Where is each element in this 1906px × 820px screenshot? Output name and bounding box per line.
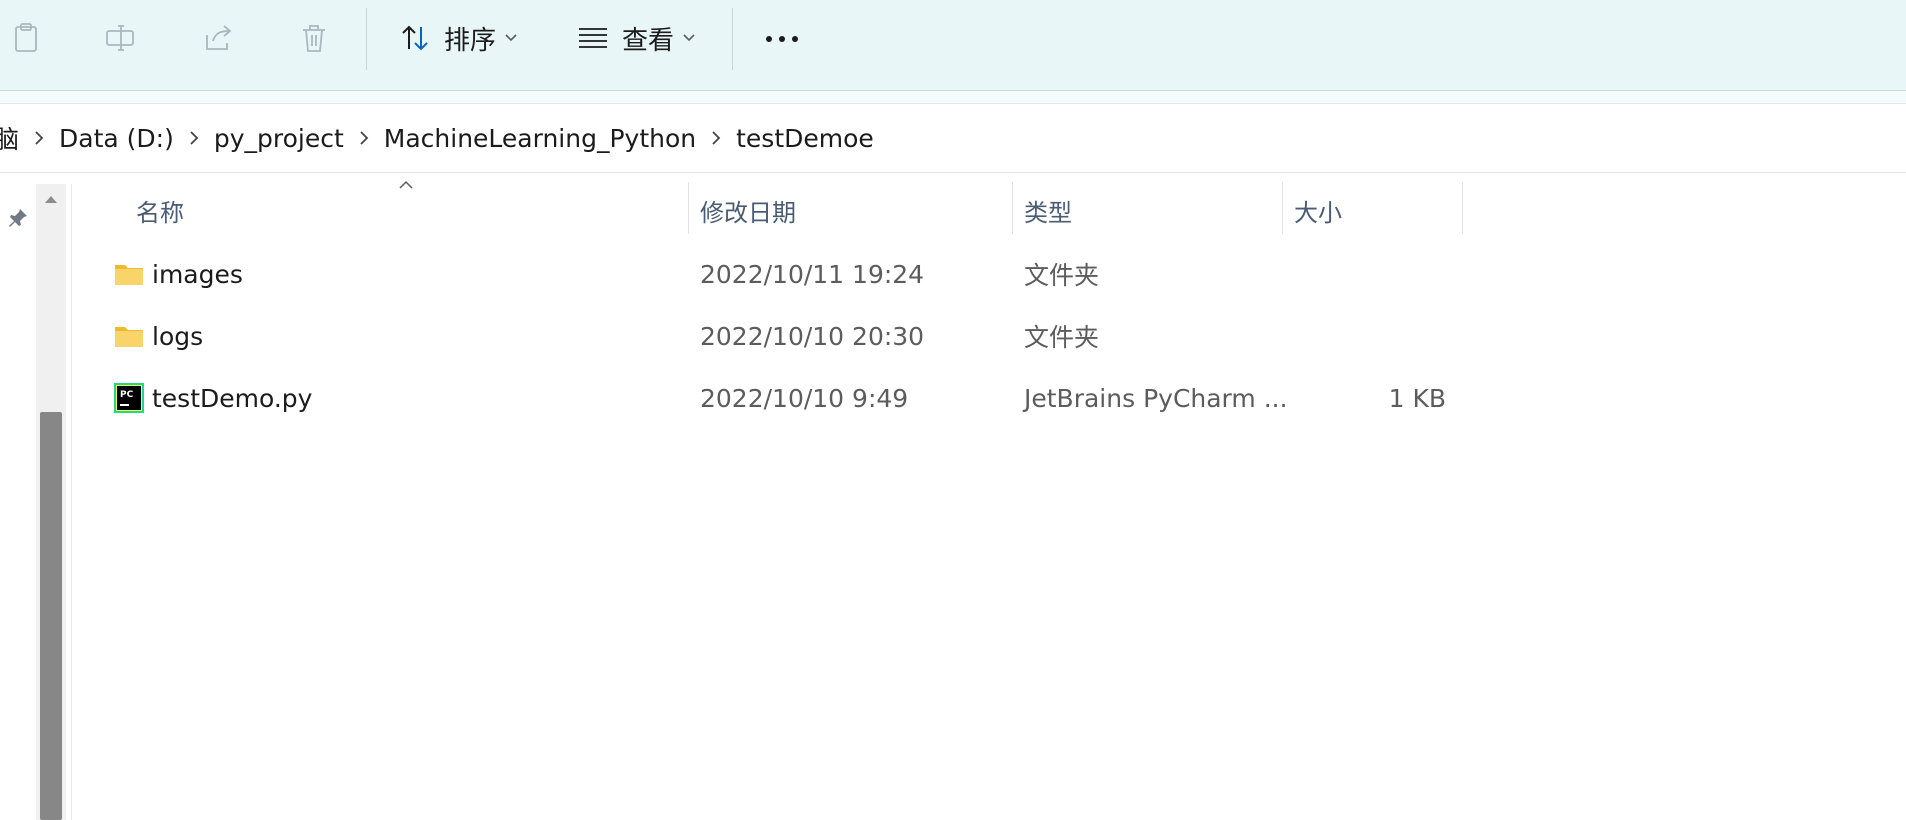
file-name: logs	[152, 321, 204, 351]
file-type: 文件夹	[1024, 261, 1100, 290]
more-options-button[interactable]	[756, 24, 808, 54]
view-label: 查看	[622, 25, 675, 56]
chevron-right-icon[interactable]	[188, 130, 200, 146]
view-icon	[579, 28, 607, 48]
column-header-size-label: 大小	[1294, 198, 1342, 227]
file-name: images	[152, 259, 243, 289]
breadcrumb-item-partial[interactable]: 脑	[0, 120, 19, 156]
chevron-right-icon[interactable]	[358, 130, 370, 146]
sort-icon	[402, 25, 428, 51]
chevron-down-icon	[505, 34, 517, 42]
chevron-right-icon[interactable]	[33, 130, 45, 146]
column-divider[interactable]	[688, 182, 689, 234]
folder-icon	[115, 265, 143, 285]
column-header-name-label: 名称	[136, 198, 184, 227]
toolbar-gap	[0, 91, 1906, 104]
file-row-images[interactable]: images 2022/10/11 19:24 文件夹	[100, 245, 1460, 303]
chevron-right-icon[interactable]	[710, 130, 722, 146]
sort-ascending-indicator-icon	[399, 180, 413, 189]
delete-icon[interactable]	[294, 18, 334, 58]
sort-label: 排序	[444, 25, 497, 56]
file-size: 1 KB	[1388, 383, 1446, 413]
file-type: 文件夹	[1024, 323, 1100, 352]
column-header-date-label: 修改日期	[700, 198, 796, 227]
file-row-testdemo[interactable]: PC testDemo.py 2022/10/10 9:49 JetBrains…	[100, 369, 1460, 427]
breadcrumb-item-py-project[interactable]: py_project	[214, 124, 344, 153]
scroll-up-arrow-icon[interactable]	[44, 194, 58, 204]
file-name: testDemo.py	[152, 383, 313, 413]
file-date: 2022/10/10 20:30	[700, 321, 925, 351]
file-list-empty-area[interactable]	[72, 430, 1906, 820]
chevron-down-icon	[683, 34, 695, 42]
scrollbar-thumb[interactable]	[40, 412, 62, 820]
breadcrumb-item-machinelearning[interactable]: MachineLearning_Python	[384, 124, 696, 153]
address-bar[interactable]: 脑 Data (D:) py_project MachineLearning_P…	[0, 104, 1906, 173]
pin-icon[interactable]	[6, 206, 30, 230]
view-button[interactable]: 查看	[576, 18, 696, 58]
column-header-type[interactable]: 类型	[1024, 182, 1072, 238]
toolbar-separator	[732, 8, 733, 70]
pycharm-file-icon: PC	[114, 383, 144, 413]
column-divider[interactable]	[1282, 182, 1283, 234]
toolbar-separator	[366, 8, 367, 70]
column-header-size[interactable]: 大小	[1294, 182, 1342, 238]
sort-button[interactable]: 排序	[398, 18, 518, 58]
breadcrumb-item-current[interactable]: testDemoe	[736, 124, 874, 153]
folder-icon	[115, 327, 143, 347]
file-row-logs[interactable]: logs 2022/10/10 20:30 文件夹	[100, 307, 1460, 365]
column-header-date[interactable]: 修改日期	[700, 182, 796, 238]
file-date: 2022/10/10 9:49	[700, 383, 909, 413]
file-type: JetBrains PyCharm ...	[1024, 383, 1288, 413]
breadcrumb-item-drive[interactable]: Data (D:)	[59, 124, 174, 153]
file-date: 2022/10/11 19:24	[700, 259, 925, 289]
rename-icon[interactable]	[100, 18, 140, 58]
paste-icon[interactable]	[6, 18, 46, 58]
share-icon[interactable]	[198, 18, 238, 58]
command-bar: 排序 查看	[0, 0, 1906, 91]
column-divider[interactable]	[1462, 182, 1463, 234]
column-divider[interactable]	[1012, 182, 1013, 234]
column-header-name[interactable]: 名称	[136, 182, 184, 238]
column-header-type-label: 类型	[1024, 198, 1072, 227]
svg-text:PC: PC	[120, 390, 134, 400]
more-icon	[766, 36, 798, 42]
